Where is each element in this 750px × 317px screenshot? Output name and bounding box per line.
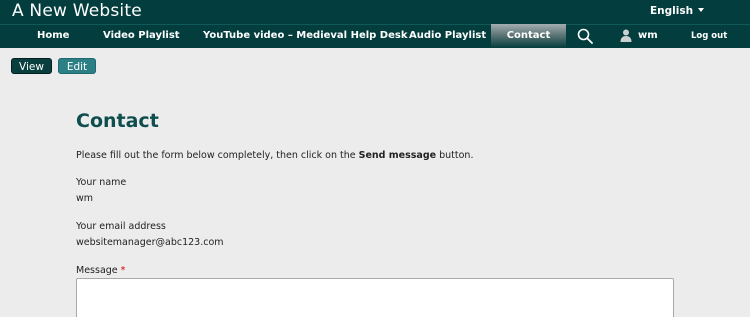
instructions-send-message: Send message — [358, 150, 437, 161]
name-label: Your name — [76, 177, 127, 188]
form-instructions: Please fill out the form below completel… — [76, 150, 473, 161]
user-icon — [620, 29, 632, 42]
instructions-text-end: button. — [436, 150, 474, 161]
logout-link[interactable]: Log out — [691, 24, 727, 48]
site-title[interactable]: A New Website — [12, 1, 142, 21]
nav-item-home[interactable]: Home — [37, 24, 69, 48]
page-title: Contact — [76, 110, 159, 132]
instructions-text-start: Please fill out the form below completel… — [76, 150, 359, 161]
name-value: wm — [76, 193, 94, 204]
nav-item-video-playlist[interactable]: Video Playlist — [103, 24, 180, 48]
message-label-text: Message — [76, 265, 118, 276]
nav-item-youtube-video[interactable]: YouTube video – Medieval Help Desk — [203, 24, 407, 48]
email-value: websitemanager@abc123.com — [76, 237, 224, 248]
message-field[interactable] — [76, 278, 674, 317]
required-marker: * — [120, 265, 126, 276]
tab-view[interactable]: View — [11, 58, 52, 74]
email-label: Your email address — [76, 221, 166, 232]
user-account-link[interactable]: wm — [638, 24, 658, 48]
language-switcher[interactable]: English — [650, 5, 705, 17]
nav-item-audio-playlist[interactable]: Audio Playlist — [409, 24, 486, 48]
site-header: A New Website English Home Video Playlis… — [0, 0, 750, 48]
nav-item-contact[interactable]: Contact — [491, 24, 566, 48]
tab-edit[interactable]: Edit — [58, 58, 96, 74]
chevron-down-icon — [698, 8, 705, 12]
search-icon[interactable] — [577, 28, 593, 44]
message-label: Message * — [76, 265, 125, 276]
language-label: English — [650, 5, 694, 17]
